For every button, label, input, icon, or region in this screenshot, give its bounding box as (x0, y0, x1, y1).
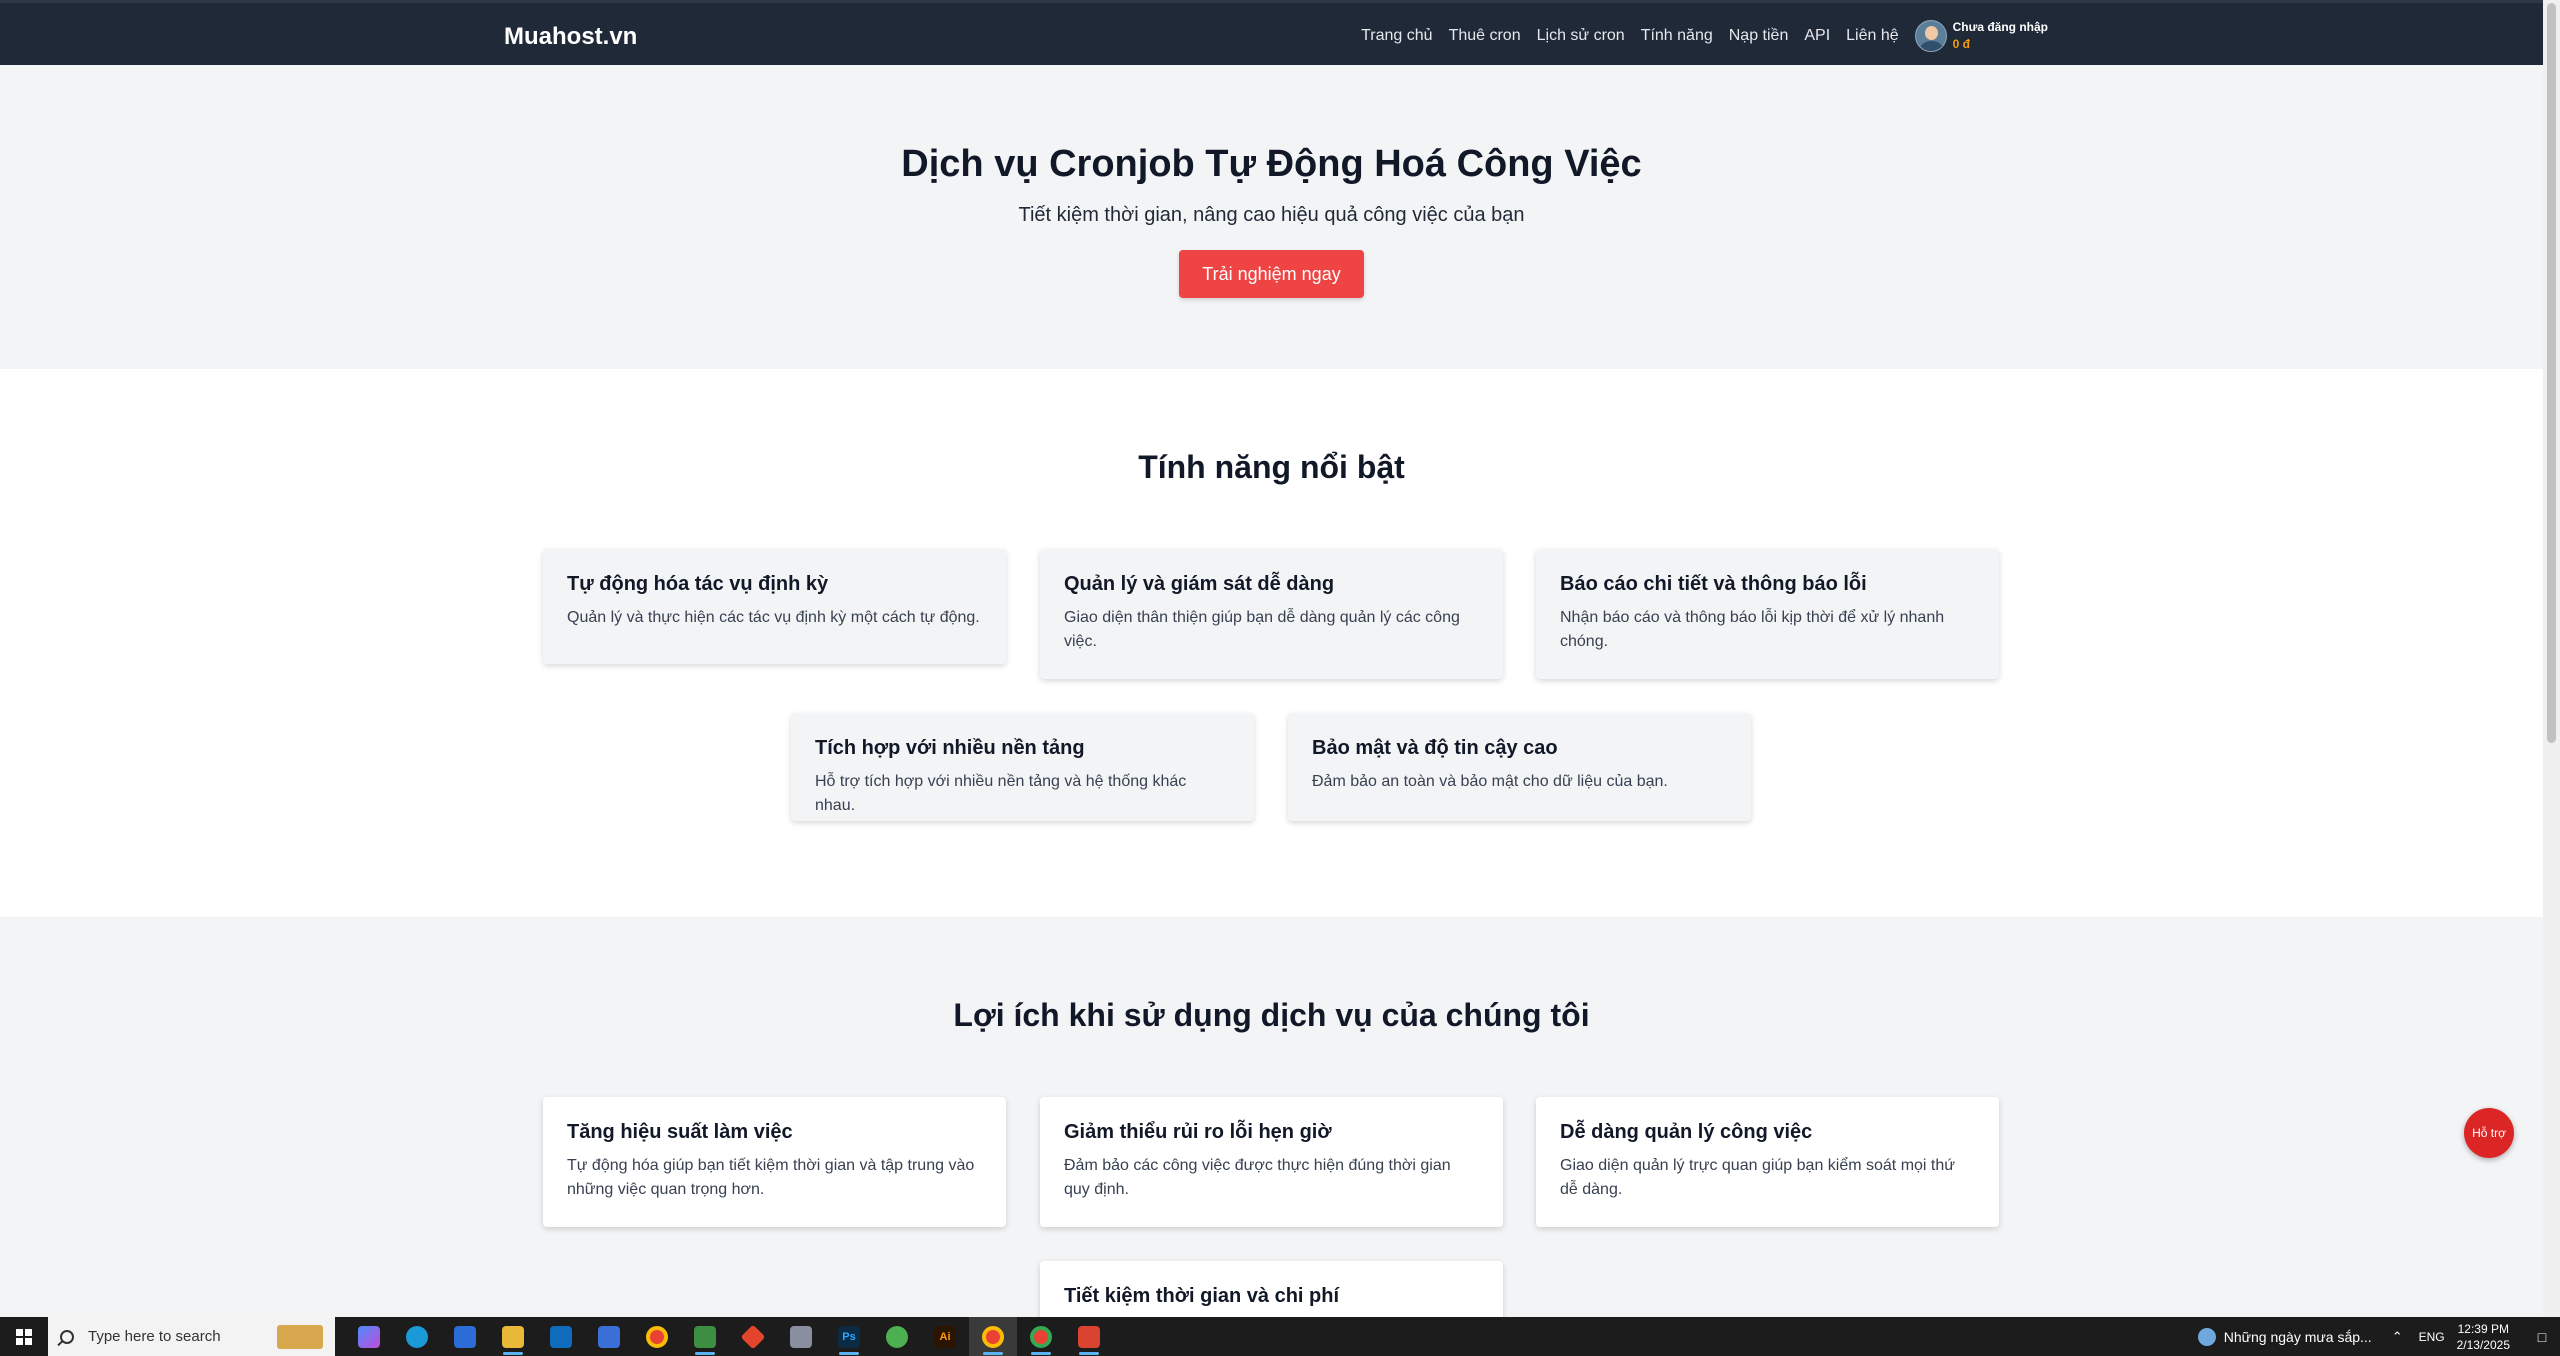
feature-card: Báo cáo chi tiết và thông báo lỗi Nhận b… (1536, 549, 1999, 679)
hero-subtitle: Tiết kiệm thời gian, nâng cao hiệu quả c… (1018, 204, 1525, 226)
benefit-title: Tiết kiệm thời gian và chi phí (1064, 1285, 1340, 1307)
feature-desc: Giao diện thân thiện giúp bạn dễ dàng qu… (1064, 609, 1460, 650)
git-icon[interactable] (729, 1317, 777, 1356)
nav-cron-history[interactable]: Lịch sử cron (1537, 27, 1625, 45)
feature-desc: Quản lý và thực hiện các tác vụ định kỳ … (567, 609, 980, 626)
store-icon[interactable] (441, 1317, 489, 1356)
search-icon (60, 1329, 74, 1344)
feature-desc: Nhận báo cáo và thông báo lỗi kịp thời đ… (1560, 609, 1945, 650)
benefit-title: Giảm thiểu rủi ro lỗi hẹn giờ (1064, 1121, 1332, 1143)
feature-title: Tự động hóa tác vụ định kỳ (567, 573, 829, 595)
brand-logo[interactable]: Muahost.vn (504, 23, 637, 51)
chrome-icon[interactable] (1017, 1317, 1065, 1356)
main-nav: Trang chủ Thuê cron Lịch sử cron Tính nă… (1345, 3, 2048, 68)
weather-icon (2197, 1327, 2216, 1346)
scrollbar-thumb[interactable] (2547, 3, 2556, 743)
benefit-title: Tăng hiệu suất làm việc (567, 1121, 793, 1143)
avatar (1914, 19, 1947, 52)
app-icon[interactable] (777, 1317, 825, 1356)
app-icon[interactable] (1065, 1317, 1113, 1356)
user-menu[interactable]: Chưa đăng nhập 0 đ (1914, 19, 2048, 53)
nav-api[interactable]: API (1804, 27, 1830, 45)
feature-desc: Hỗ trợ tích hợp với nhiều nền tảng và hệ… (815, 773, 1187, 814)
feature-desc: Đảm bảo an toàn và bảo mật cho dữ liệu c… (1312, 773, 1668, 790)
feature-card: Tự động hóa tác vụ định kỳ Quản lý và th… (543, 549, 1006, 664)
app-icon[interactable] (585, 1317, 633, 1356)
start-button[interactable] (0, 1317, 48, 1356)
clock-date: 2/13/2025 (2456, 1337, 2510, 1352)
support-chat-button[interactable]: Hỗ trợ (2464, 1108, 2514, 1158)
feature-title: Quản lý và giám sát dễ dàng (1064, 573, 1335, 595)
nav-topup[interactable]: Nạp tiền (1729, 27, 1789, 45)
chrome-icon[interactable] (633, 1317, 681, 1356)
chrome-icon[interactable] (969, 1317, 1017, 1356)
weather-text: Những ngày mưa sắp... (2223, 1328, 2372, 1345)
feature-title: Tích hợp với nhiều nền tảng (815, 737, 1085, 759)
spreadsheet-icon[interactable] (681, 1317, 729, 1356)
feature-title: Bảo mật và độ tin cậy cao (1312, 737, 1558, 759)
benefit-card: Tiết kiệm thời gian và chi phí (1040, 1261, 1503, 1317)
clock-time: 12:39 PM (2457, 1321, 2509, 1336)
system-tray: Những ngày mưa sắp... ⌃ ENG 12:39 PM 2/1… (2197, 1317, 2560, 1356)
benefit-desc: Giao diện quản lý trực quan giúp bạn kiể… (1560, 1157, 1955, 1198)
benefit-card: Dễ dàng quản lý công việc Giao diện quản… (1536, 1097, 1999, 1227)
nav-contact[interactable]: Liên hệ (1846, 27, 1899, 45)
app-icon[interactable] (873, 1317, 921, 1356)
windows-logo-icon (16, 1328, 32, 1345)
chevron-up-icon[interactable]: ⌃ (2392, 1329, 2403, 1345)
clock[interactable]: 12:39 PM 2/13/2025 (2457, 1321, 2510, 1353)
copilot-icon[interactable] (345, 1317, 393, 1356)
file-explorer-icon[interactable] (489, 1317, 537, 1356)
user-status: Chưa đăng nhập (1952, 19, 2048, 34)
weather-widget[interactable]: Những ngày mưa sắp... (2197, 1327, 2372, 1346)
nav-features[interactable]: Tính năng (1641, 27, 1713, 45)
photoshop-icon[interactable]: Ps (825, 1317, 873, 1356)
windows-taskbar: Type here to search Ps Ai Những ngày mưa… (0, 1317, 2560, 1356)
feature-card: Tích hợp với nhiều nền tảng Hỗ trợ tích … (791, 713, 1254, 821)
nav-home[interactable]: Trang chủ (1361, 27, 1432, 45)
page-scrollbar[interactable] (2543, 0, 2560, 1317)
benefit-card: Tăng hiệu suất làm việc Tự động hóa giúp… (543, 1097, 1006, 1227)
try-now-button[interactable]: Trải nghiệm ngay (1179, 250, 1364, 298)
features-section: Tính năng nổi bật Tự động hóa tác vụ địn… (0, 369, 2543, 917)
hero-section: Dịch vụ Cronjob Tự Động Hoá Công Việc Ti… (0, 65, 2543, 369)
feature-title: Báo cáo chi tiết và thông báo lỗi (1560, 573, 1867, 595)
edge-icon[interactable] (393, 1317, 441, 1356)
taskbar-search[interactable]: Type here to search (48, 1317, 335, 1356)
language-indicator[interactable]: ENG (2419, 1330, 2445, 1344)
search-highlight-icon (277, 1325, 323, 1349)
user-balance: 0 đ (1952, 36, 1970, 51)
notification-icon[interactable]: □ (2524, 1329, 2560, 1345)
benefits-title: Lợi ích khi sử dụng dịch vụ của chúng tô… (953, 997, 1590, 1033)
benefit-desc: Tự động hóa giúp bạn tiết kiệm thời gian… (567, 1157, 975, 1198)
top-navbar: Muahost.vn Trang chủ Thuê cron Lịch sử c… (0, 0, 2543, 65)
search-placeholder: Type here to search (88, 1328, 221, 1345)
benefit-title: Dễ dàng quản lý công việc (1560, 1121, 1813, 1143)
benefits-section: Lợi ích khi sử dụng dịch vụ của chúng tô… (0, 917, 2543, 1317)
nav-rent-cron[interactable]: Thuê cron (1449, 27, 1521, 45)
hero-title: Dịch vụ Cronjob Tự Động Hoá Công Việc (901, 143, 1642, 185)
benefit-desc: Đảm bảo các công việc được thực hiện đún… (1064, 1157, 1451, 1198)
feature-card: Bảo mật và độ tin cậy cao Đảm bảo an toà… (1288, 713, 1751, 821)
benefit-card: Giảm thiểu rủi ro lỗi hẹn giờ Đảm bảo cá… (1040, 1097, 1503, 1227)
illustrator-icon[interactable]: Ai (921, 1317, 969, 1356)
outlook-icon[interactable] (537, 1317, 585, 1356)
feature-card: Quản lý và giám sát dễ dàng Giao diện th… (1040, 549, 1503, 679)
features-title: Tính năng nổi bật (1138, 449, 1405, 485)
